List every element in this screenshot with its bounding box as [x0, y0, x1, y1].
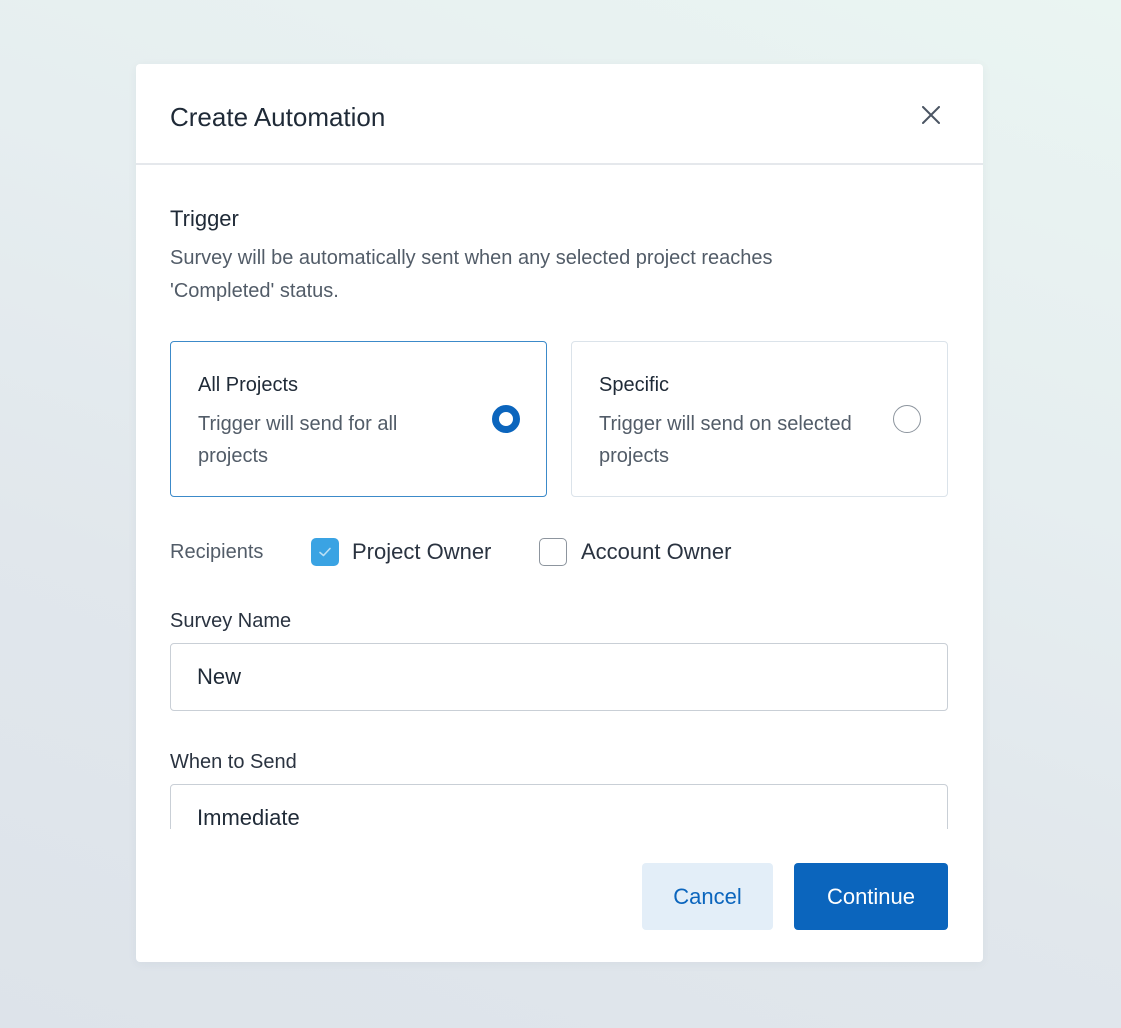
option-title-all-projects: All Projects — [198, 374, 299, 396]
checkbox-label-account-owner[interactable]: Account Owner — [581, 538, 731, 566]
option-description-all-projects: Trigger will send for all projects — [198, 413, 398, 467]
when-to-send-label: When to Send — [170, 751, 297, 773]
checkbox-project-owner[interactable] — [311, 538, 339, 566]
when-to-send-field-wrapper — [170, 784, 950, 829]
option-card-all-projects[interactable]: All Projects Trigger will send for all p… — [170, 341, 547, 497]
radio-all-projects[interactable] — [492, 405, 520, 433]
radio-specific[interactable] — [893, 405, 921, 433]
when-to-send-input[interactable] — [170, 784, 948, 829]
trigger-heading: Trigger — [170, 206, 239, 231]
checkbox-label-project-owner[interactable]: Project Owner — [352, 538, 491, 566]
option-title-specific: Specific — [599, 374, 670, 396]
recipients-label: Recipients — [170, 541, 264, 563]
check-icon — [319, 547, 331, 557]
survey-name-label: Survey Name — [170, 610, 292, 632]
close-icon — [922, 106, 940, 124]
dialog-title: Create Automation — [170, 102, 386, 132]
checkbox-account-owner[interactable] — [539, 538, 567, 566]
option-card-specific[interactable]: Specific Trigger will send on selected p… — [571, 341, 948, 497]
create-automation-dialog: Create Automation Trigger Survey will be… — [136, 64, 983, 962]
dialog-header: Create Automation — [136, 64, 983, 165]
survey-name-input[interactable] — [170, 643, 948, 711]
continue-button[interactable]: Continue — [794, 863, 948, 930]
option-description-specific: Trigger will send on selected projects — [599, 413, 852, 467]
cancel-button[interactable]: Cancel — [642, 863, 773, 930]
close-button[interactable] — [917, 101, 945, 129]
trigger-description: Survey will be automatically sent when a… — [170, 247, 773, 302]
